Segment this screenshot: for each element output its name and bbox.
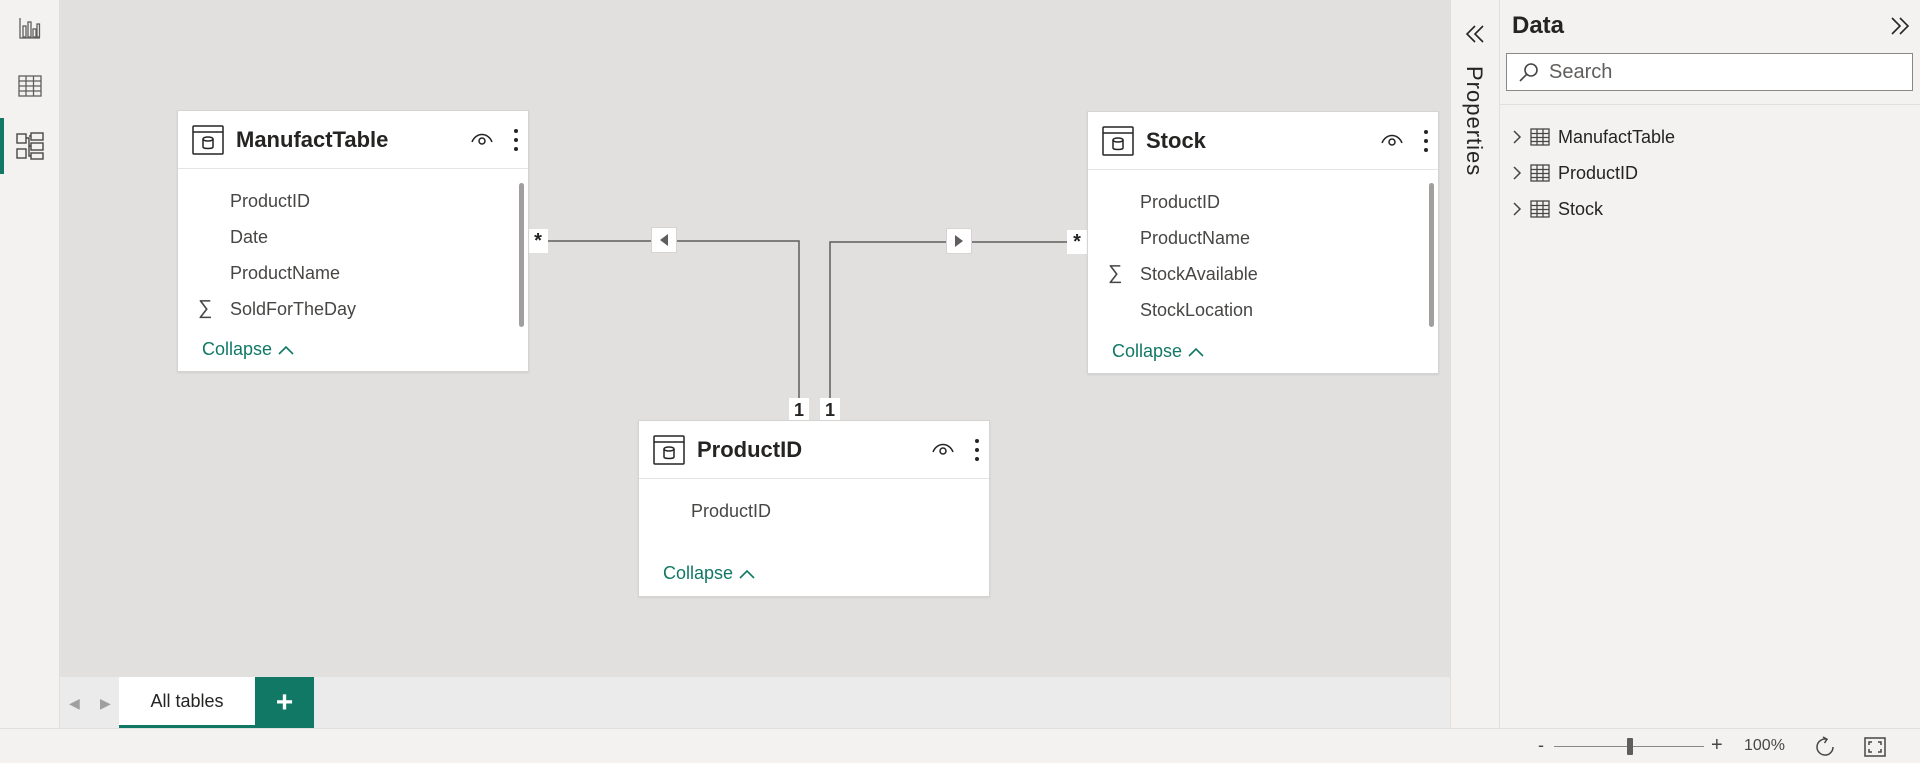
table-card-stock[interactable]: Stock ProductID ProductName ∑ StockAvail…	[1087, 111, 1439, 374]
table-icon	[192, 124, 224, 155]
data-pane: Data ManufactTable ProductID Stock	[1500, 0, 1920, 728]
filter-direction-right-icon[interactable]	[946, 228, 972, 254]
tab-scroll-left-icon[interactable]: ◀	[69, 695, 80, 712]
search-icon	[1519, 63, 1538, 82]
table-card-header[interactable]: ProductID	[639, 421, 989, 479]
collapse-label: Collapse	[663, 563, 734, 583]
cardinality-one-left: 1	[789, 398, 809, 422]
data-pane-title: Data	[1512, 12, 1565, 39]
reset-zoom-icon[interactable]	[1813, 735, 1837, 759]
chevron-up-icon	[278, 345, 294, 355]
collapse-label: Collapse	[202, 339, 273, 359]
model-canvas[interactable]: * * 1 1 ManufactTable ProductID Date Pro…	[60, 0, 1450, 677]
table-card-productid[interactable]: ProductID ProductID Collapse	[638, 420, 990, 597]
data-tree-item-label: ManufactTable	[1558, 126, 1676, 147]
visibility-eye-icon[interactable]	[1380, 129, 1404, 151]
chevron-up-icon	[739, 569, 755, 579]
zoom-level: 100%	[1744, 737, 1785, 754]
table-grid-icon	[1530, 128, 1550, 146]
collapse-button[interactable]: Collapse	[202, 339, 294, 360]
tab-scroll-right-icon[interactable]: ▶	[100, 695, 111, 712]
field-item[interactable]: SoldForTheDay	[230, 299, 356, 320]
model-diagram-icon	[16, 132, 44, 160]
field-item[interactable]: ProductID	[1140, 192, 1220, 213]
sum-sigma-icon: ∑	[1108, 262, 1123, 284]
data-tree-item-label: ProductID	[1558, 162, 1639, 183]
zoom-in-button[interactable]: +	[1711, 734, 1723, 757]
collapse-pane-chevrons-right-icon[interactable]	[1890, 16, 1910, 36]
visibility-eye-icon[interactable]	[931, 438, 955, 460]
relationship-line-manufact[interactable]	[525, 240, 800, 408]
field-item[interactable]: StockLocation	[1140, 300, 1253, 321]
table-icon	[653, 434, 685, 465]
data-tree-item-productid[interactable]: ProductID	[1512, 158, 1638, 188]
table-card-header[interactable]: Stock	[1088, 112, 1438, 170]
chevron-right-icon[interactable]	[1512, 165, 1522, 181]
collapse-button[interactable]: Collapse	[663, 563, 755, 584]
table-grid-icon	[18, 75, 42, 97]
field-item[interactable]: Date	[230, 227, 268, 248]
data-tree-item-stock[interactable]: Stock	[1512, 194, 1603, 224]
table-card-header[interactable]: ManufactTable	[178, 111, 528, 169]
field-item[interactable]: ProductName	[230, 263, 340, 284]
more-options-icon[interactable]	[973, 438, 981, 462]
cardinality-many-manufact: *	[528, 229, 548, 253]
field-item[interactable]: StockAvailable	[1140, 264, 1258, 285]
sum-sigma-icon: ∑	[198, 297, 213, 319]
collapse-button[interactable]: Collapse	[1112, 341, 1204, 362]
table-title: ManufactTable	[236, 126, 389, 152]
more-options-icon[interactable]	[512, 128, 520, 152]
filter-direction-left-icon[interactable]	[651, 227, 677, 253]
table-title: Stock	[1146, 127, 1206, 153]
status-bar: - + 100%	[0, 728, 1920, 763]
fit-to-screen-icon[interactable]	[1864, 737, 1886, 757]
divider	[1500, 104, 1920, 105]
model-view-button[interactable]	[0, 118, 60, 174]
more-options-icon[interactable]	[1422, 129, 1430, 153]
visibility-eye-icon[interactable]	[470, 128, 494, 150]
layout-tab-bar: ◀ ▶ All tables +	[60, 677, 1450, 728]
bar-chart-icon	[19, 18, 41, 39]
expand-pane-chevrons-left-icon[interactable]	[1465, 24, 1485, 44]
chevron-right-icon[interactable]	[1512, 129, 1522, 145]
zoom-out-button[interactable]: -	[1538, 735, 1544, 756]
cardinality-many-stock: *	[1067, 230, 1087, 254]
field-item[interactable]: ProductID	[691, 501, 771, 522]
relationship-line-stock[interactable]	[829, 241, 1086, 408]
search-input[interactable]	[1549, 60, 1879, 84]
table-icon	[1102, 125, 1134, 156]
table-card-manufact[interactable]: ManufactTable ProductID Date ProductName…	[177, 110, 529, 372]
vertical-scrollbar[interactable]	[1429, 183, 1434, 327]
table-view-button[interactable]	[0, 58, 60, 114]
tab-all-tables[interactable]: All tables	[119, 677, 255, 728]
search-field[interactable]	[1506, 53, 1913, 91]
chevron-right-icon[interactable]	[1512, 201, 1522, 217]
field-item[interactable]: ProductID	[230, 191, 310, 212]
data-tree-item-label: Stock	[1558, 198, 1604, 219]
cardinality-one-right: 1	[820, 398, 840, 422]
zoom-slider-thumb[interactable]	[1627, 738, 1633, 755]
properties-pane-collapsed: Properties	[1450, 0, 1500, 728]
report-view-button[interactable]	[0, 0, 60, 56]
properties-pane-label[interactable]: Properties	[1461, 66, 1487, 176]
field-item[interactable]: ProductName	[1140, 228, 1250, 249]
chevron-up-icon	[1188, 347, 1204, 357]
table-grid-icon	[1530, 164, 1550, 182]
add-layout-button[interactable]: +	[255, 677, 314, 728]
vertical-scrollbar[interactable]	[519, 183, 524, 327]
table-title: ProductID	[697, 436, 803, 462]
collapse-label: Collapse	[1112, 341, 1183, 361]
left-rail	[0, 0, 60, 728]
table-grid-icon	[1530, 200, 1550, 218]
data-tree-item-manufact[interactable]: ManufactTable	[1512, 122, 1675, 152]
